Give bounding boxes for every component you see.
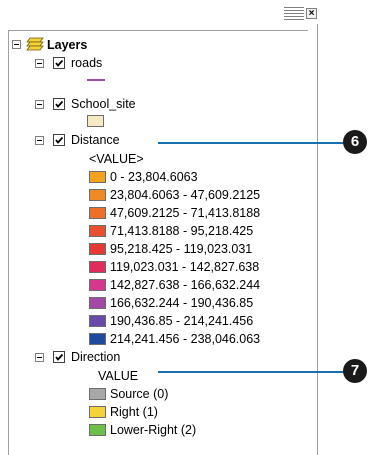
distance-class-swatch [89, 225, 106, 237]
distance-visibility-checkbox[interactable] [53, 134, 65, 146]
distance-class-label: 71,413.8188 - 95,218.425 [110, 224, 254, 238]
distance-field-label: <VALUE> [89, 152, 144, 166]
close-button[interactable]: × [306, 8, 317, 19]
layer-tree: Layers roads School_site Distance <VALUE… [8, 30, 308, 455]
distance-class-swatch [89, 261, 106, 273]
drag-grip-icon[interactable] [284, 7, 304, 21]
callout-6-leader-line [158, 142, 348, 144]
school-site-visibility-checkbox[interactable] [53, 98, 65, 110]
distance-class-swatch [89, 171, 106, 183]
distance-class-label: 0 - 23,804.6063 [110, 170, 198, 184]
panel-titlebar[interactable]: × [0, 0, 318, 24]
collapse-school-site-icon[interactable] [35, 100, 44, 109]
collapse-layers-icon[interactable] [12, 40, 21, 49]
distance-class-swatch [89, 189, 106, 201]
school-site-symbol [87, 115, 104, 127]
direction-class-label: Right (1) [110, 405, 158, 419]
direction-visibility-checkbox[interactable] [53, 351, 65, 363]
distance-class-swatch [89, 315, 106, 327]
callout-6-marker: 6 [343, 130, 367, 154]
layer-name-roads[interactable]: roads [71, 56, 102, 70]
distance-class-label: 47,609.2125 - 71,413.8188 [110, 206, 261, 220]
distance-class-swatch [89, 297, 106, 309]
distance-class-swatch [89, 333, 106, 345]
direction-field-label: VALUE [98, 369, 139, 383]
direction-class-label: Lower-Right (2) [110, 423, 197, 437]
roads-symbol [87, 79, 105, 81]
roads-visibility-checkbox[interactable] [53, 57, 65, 69]
distance-class-swatch [89, 279, 106, 291]
collapse-distance-icon[interactable] [35, 136, 44, 145]
direction-class-label: Source (0) [110, 387, 169, 401]
distance-class-label: 95,218.425 - 119,023.031 [110, 242, 253, 256]
collapse-direction-icon[interactable] [35, 353, 44, 362]
layers-root-label[interactable]: Layers [47, 38, 87, 52]
layer-name-direction[interactable]: Direction [71, 350, 120, 364]
direction-class-swatch [89, 388, 106, 400]
callout-7-leader-line [158, 371, 348, 373]
table-of-contents-panel: × Layers roads School_site Distance <VAL… [0, 0, 318, 455]
collapse-roads-icon[interactable] [35, 59, 44, 68]
callout-7-marker: 7 [343, 359, 367, 383]
direction-class-swatch [89, 424, 106, 436]
distance-class-swatch [89, 243, 106, 255]
layers-root-icon [26, 37, 44, 54]
distance-class-label: 142,827.638 - 166,632.244 [110, 278, 261, 292]
layer-name-distance[interactable]: Distance [71, 133, 120, 147]
distance-class-swatch [89, 207, 106, 219]
layer-name-school-site[interactable]: School_site [71, 97, 136, 111]
distance-class-label: 23,804.6063 - 47,609.2125 [110, 188, 261, 202]
distance-class-label: 214,241.456 - 238,046.063 [110, 332, 261, 346]
distance-class-label: 166,632.244 - 190,436.85 [110, 296, 254, 310]
direction-class-swatch [89, 406, 106, 418]
distance-class-label: 190,436.85 - 214,241.456 [110, 314, 254, 328]
distance-class-label: 119,023.031 - 142,827.638 [110, 260, 260, 274]
